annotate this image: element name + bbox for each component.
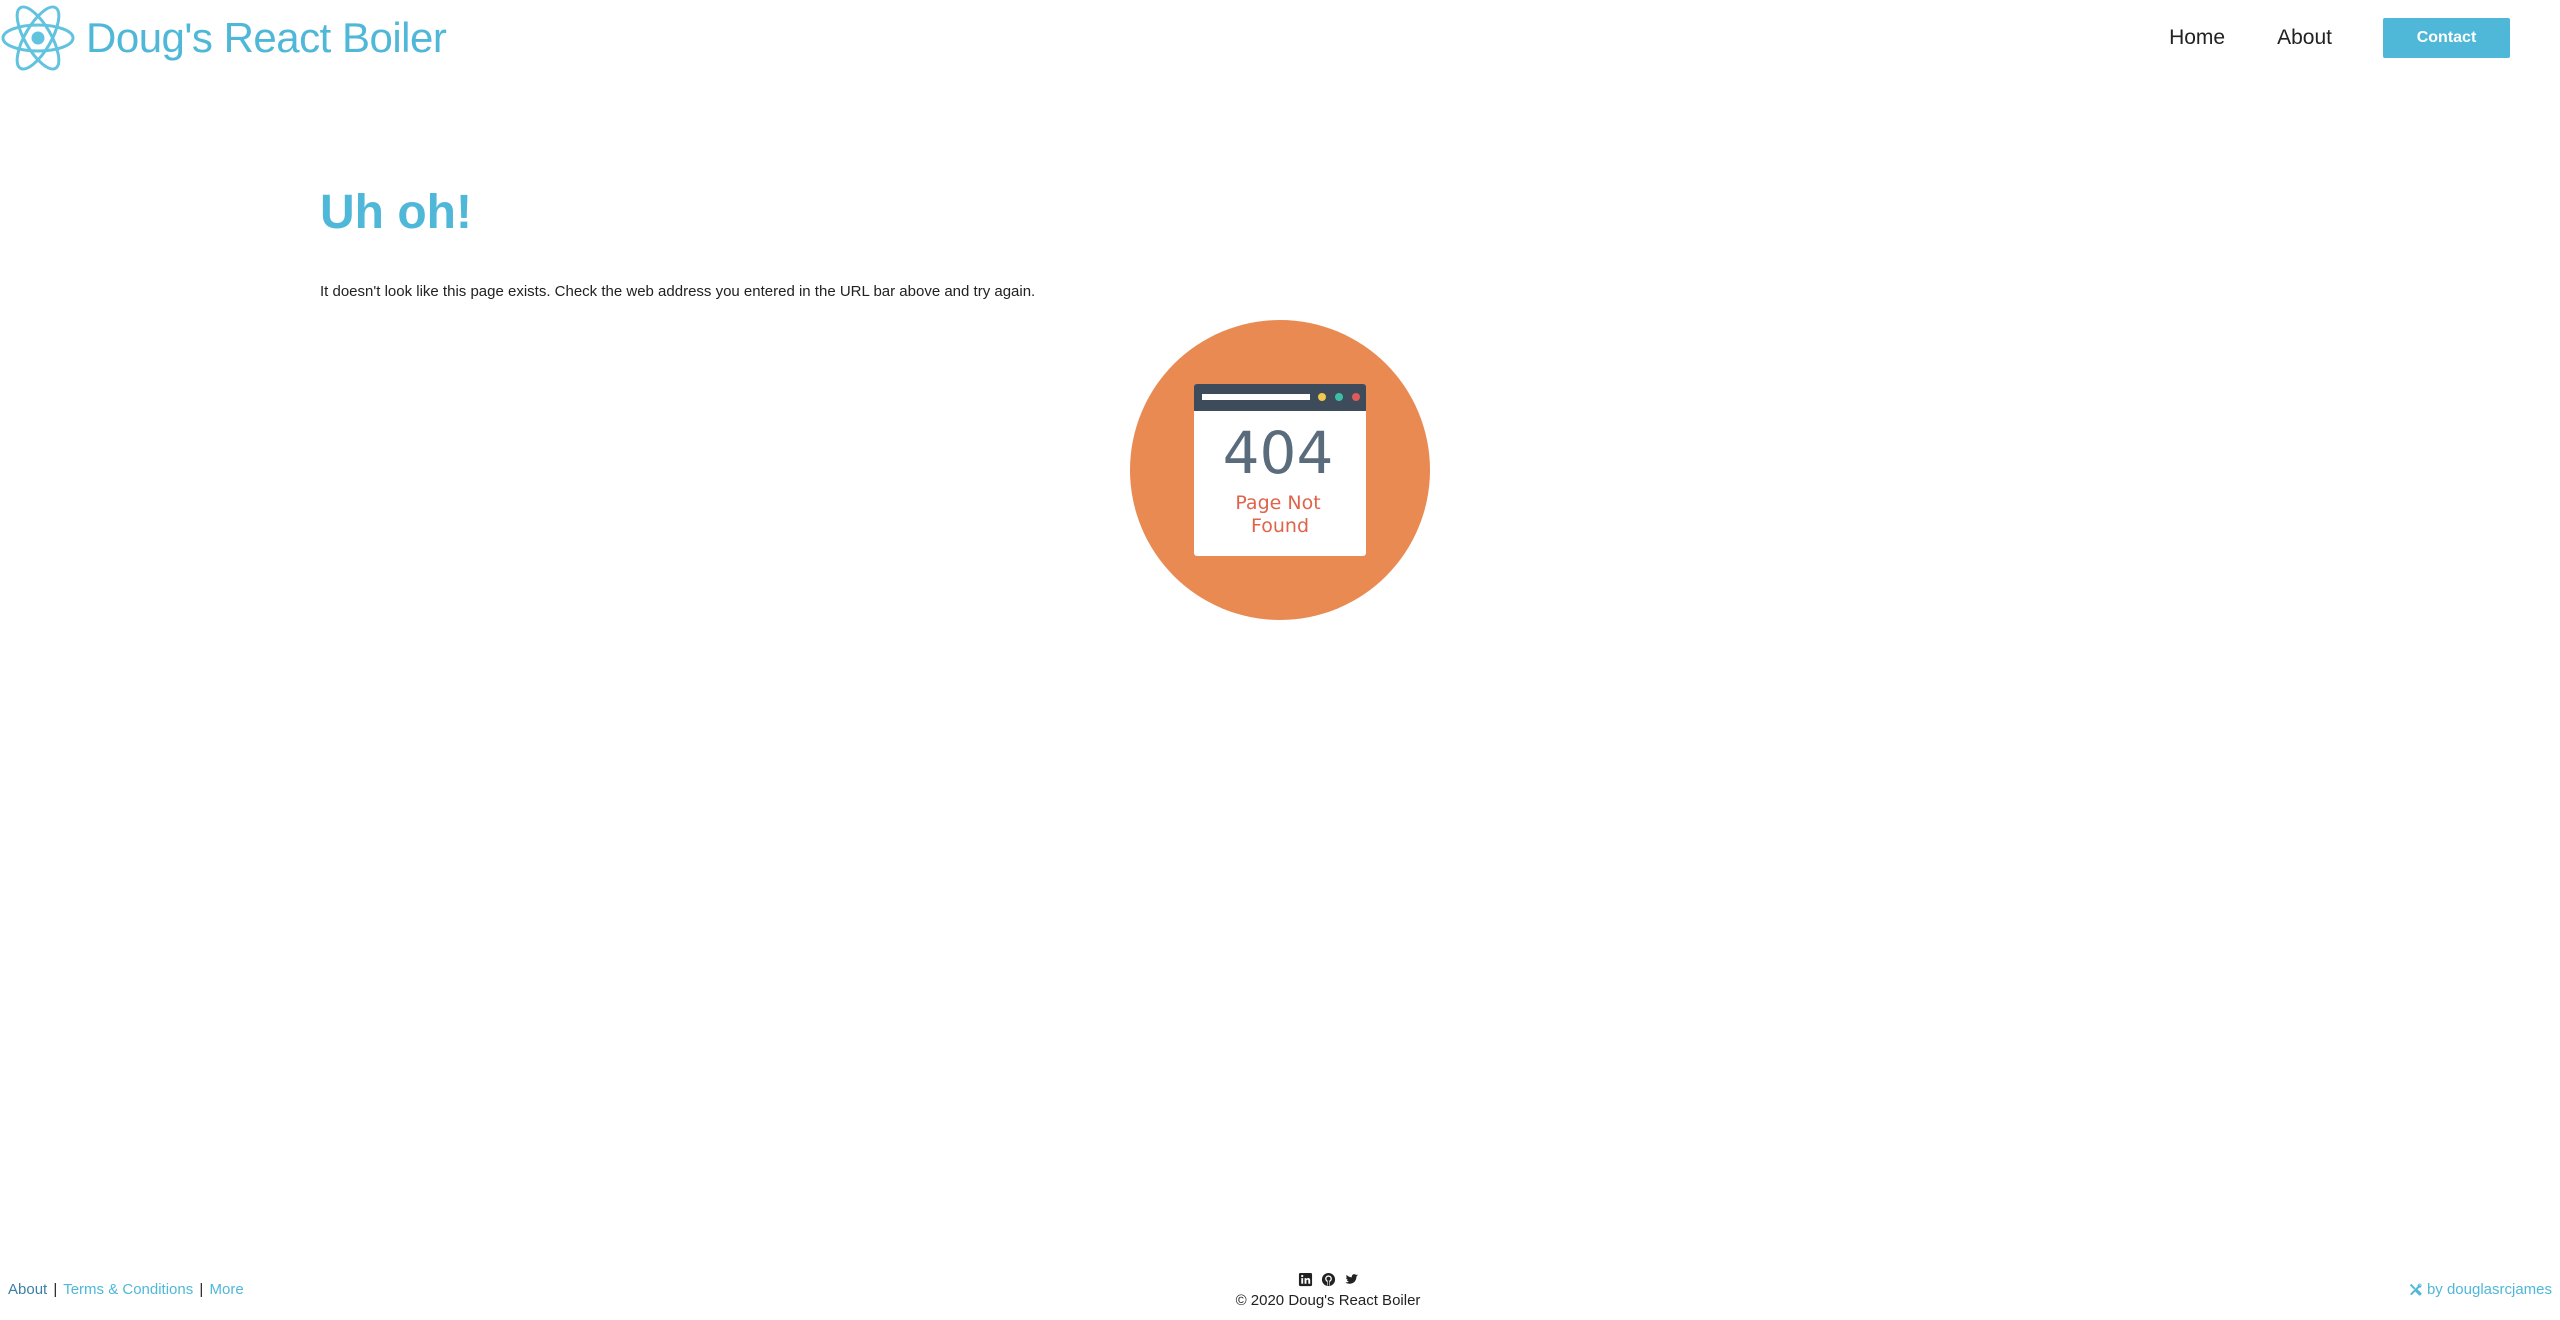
not-found-message: It doesn't look like this page exists. C… xyxy=(320,283,1036,300)
caption-line-2: Found xyxy=(1251,515,1309,537)
browser-dot-red-icon xyxy=(1352,393,1360,401)
social-links xyxy=(1128,1270,1528,1288)
linkedin-icon xyxy=(1298,1272,1312,1286)
author-credit-link[interactable]: by douglasrcjames xyxy=(2427,1281,2552,1298)
github-icon xyxy=(1321,1272,1335,1286)
brand-name: Doug's React Boiler xyxy=(86,14,447,61)
footer-separator: | xyxy=(53,1281,58,1298)
react-logo-icon xyxy=(1,5,75,71)
error-code: 404 xyxy=(1223,419,1334,487)
github-link[interactable] xyxy=(1321,1272,1336,1287)
page-not-found-illustration: 404 Page Not Found xyxy=(1130,320,1430,620)
browser-url-bar xyxy=(1202,394,1310,400)
footer-credit: by douglasrcjames xyxy=(2408,1281,2552,1298)
linkedin-link[interactable] xyxy=(1298,1272,1313,1287)
main-content: Uh oh! It doesn't look like this page ex… xyxy=(320,180,2240,302)
footer-separator: | xyxy=(199,1281,204,1298)
main-nav: Home About Contact xyxy=(2169,0,2510,76)
browser-dot-green-icon xyxy=(1335,393,1343,401)
twitter-link[interactable] xyxy=(1344,1272,1359,1287)
browser-dot-yellow-icon xyxy=(1318,393,1326,401)
contact-button[interactable]: Contact xyxy=(2383,18,2510,58)
footer-terms-link[interactable]: Terms & Conditions xyxy=(63,1281,193,1298)
footer-links: About | Terms & Conditions | More xyxy=(8,1281,244,1298)
caption-line-1: Page Not xyxy=(1235,492,1320,514)
twitter-icon xyxy=(1344,1273,1358,1284)
nav-about-link[interactable]: About xyxy=(2277,26,2332,50)
site-header: Doug's React Boiler Home About Contact xyxy=(0,0,2560,76)
tools-icon xyxy=(2409,1283,2422,1296)
brand-link[interactable]: Doug's React Boiler xyxy=(0,0,447,76)
footer-center: © 2020 Doug's React Boiler xyxy=(1128,1270,1528,1309)
page: Doug's React Boiler Home About Contact U… xyxy=(0,0,2560,1320)
page-title: Uh oh! xyxy=(320,186,472,239)
copyright-text: © 2020 Doug's React Boiler xyxy=(1235,1292,1421,1309)
footer-about-link[interactable]: About xyxy=(8,1281,47,1298)
footer-more-link[interactable]: More xyxy=(210,1281,244,1298)
nav-home-link[interactable]: Home xyxy=(2169,26,2225,50)
